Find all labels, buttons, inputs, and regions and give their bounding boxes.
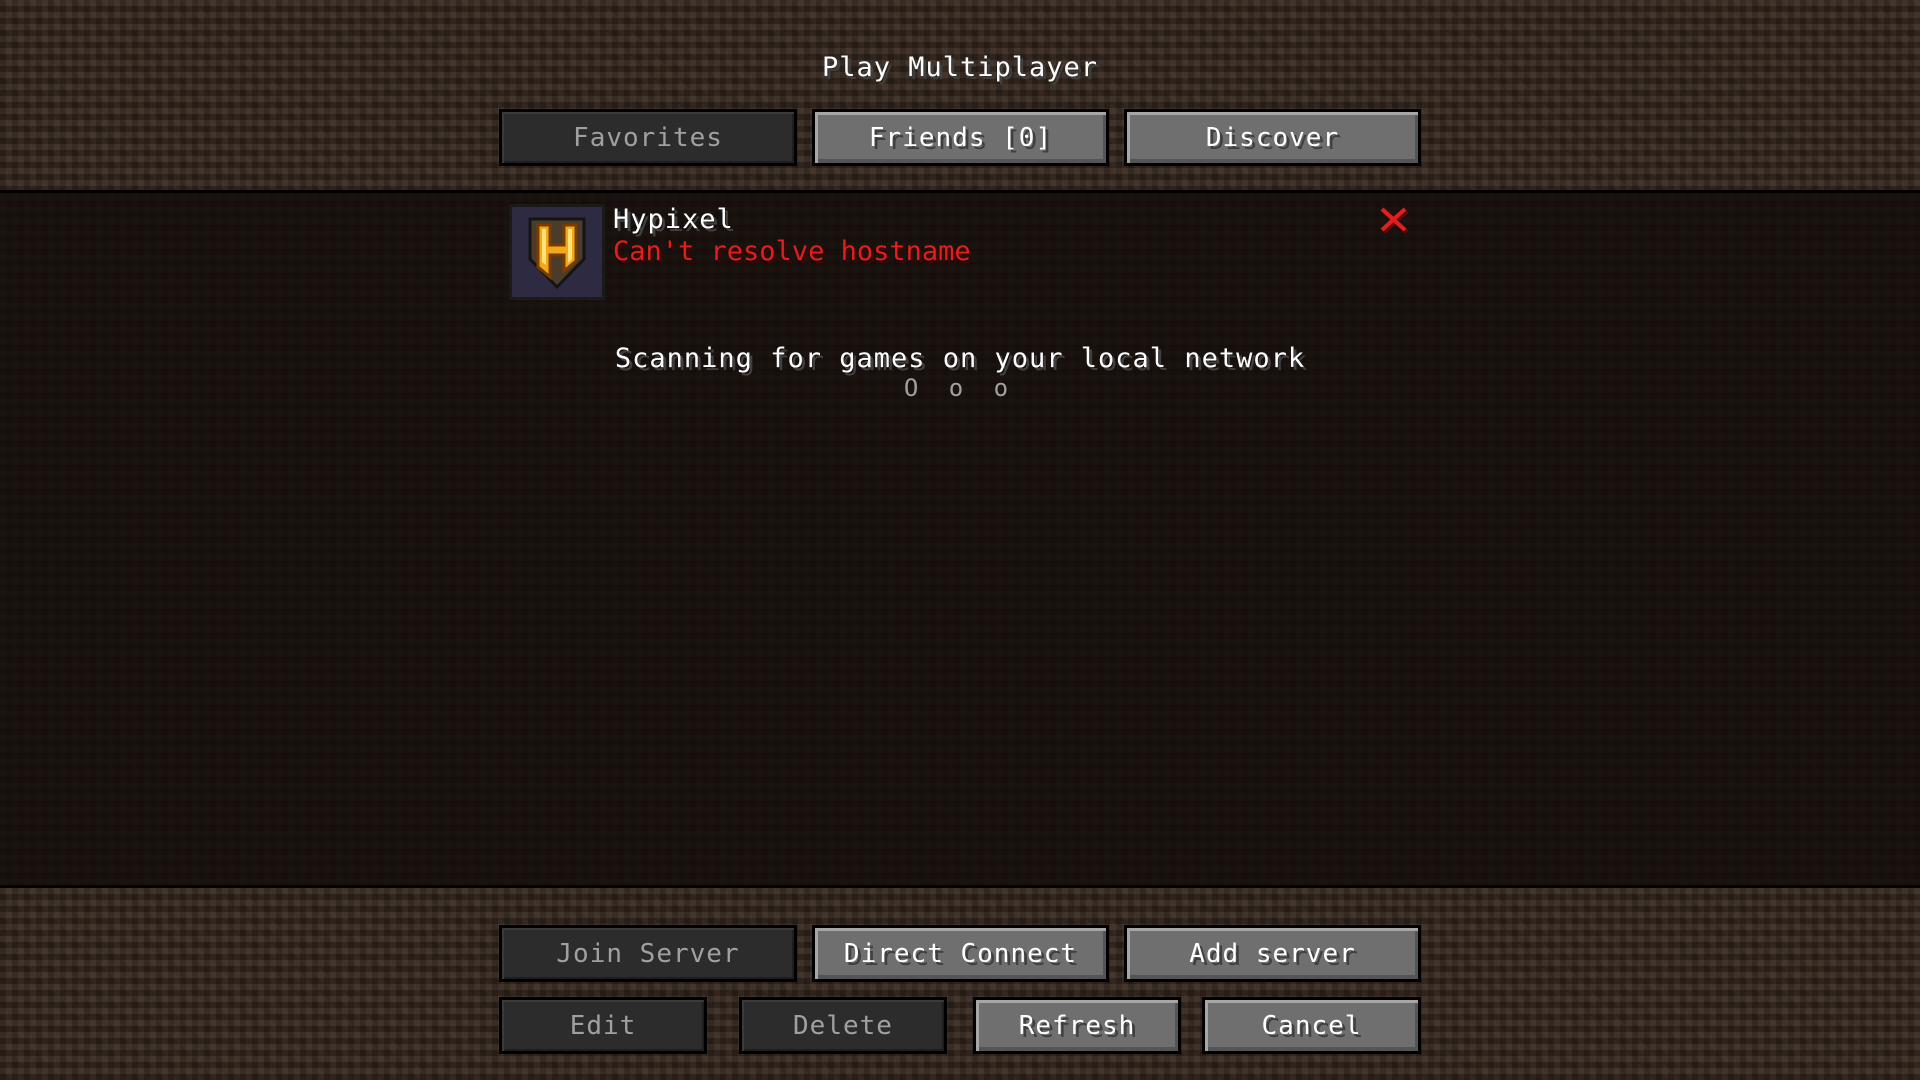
add-server-button[interactable]: Add server	[1124, 925, 1421, 982]
cancel-button[interactable]: Cancel	[1202, 997, 1421, 1054]
direct-connect-button[interactable]: Direct Connect	[812, 925, 1109, 982]
tab-friends[interactable]: Friends [0]	[812, 109, 1109, 166]
server-entry-hypixel[interactable]: Hypixel Can't resolve hostname	[509, 204, 1419, 300]
join-server-button[interactable]: Join Server	[499, 925, 797, 982]
page-title: Play Multiplayer	[821, 52, 1099, 83]
delete-button[interactable]: Delete	[739, 997, 947, 1054]
tab-discover[interactable]: Discover	[1124, 109, 1421, 166]
lan-scan-text: Scanning for games on your local network	[614, 343, 1306, 374]
tab-favorites[interactable]: Favorites	[499, 109, 797, 166]
edit-button[interactable]: Edit	[499, 997, 707, 1054]
lan-scan-dots: O o o	[903, 374, 1017, 402]
red-x-icon	[1379, 206, 1409, 234]
hypixel-h-shield-icon	[509, 204, 605, 300]
server-status: Can't resolve hostname	[613, 236, 971, 267]
refresh-button[interactable]: Refresh	[973, 997, 1181, 1054]
server-name: Hypixel	[613, 204, 734, 235]
